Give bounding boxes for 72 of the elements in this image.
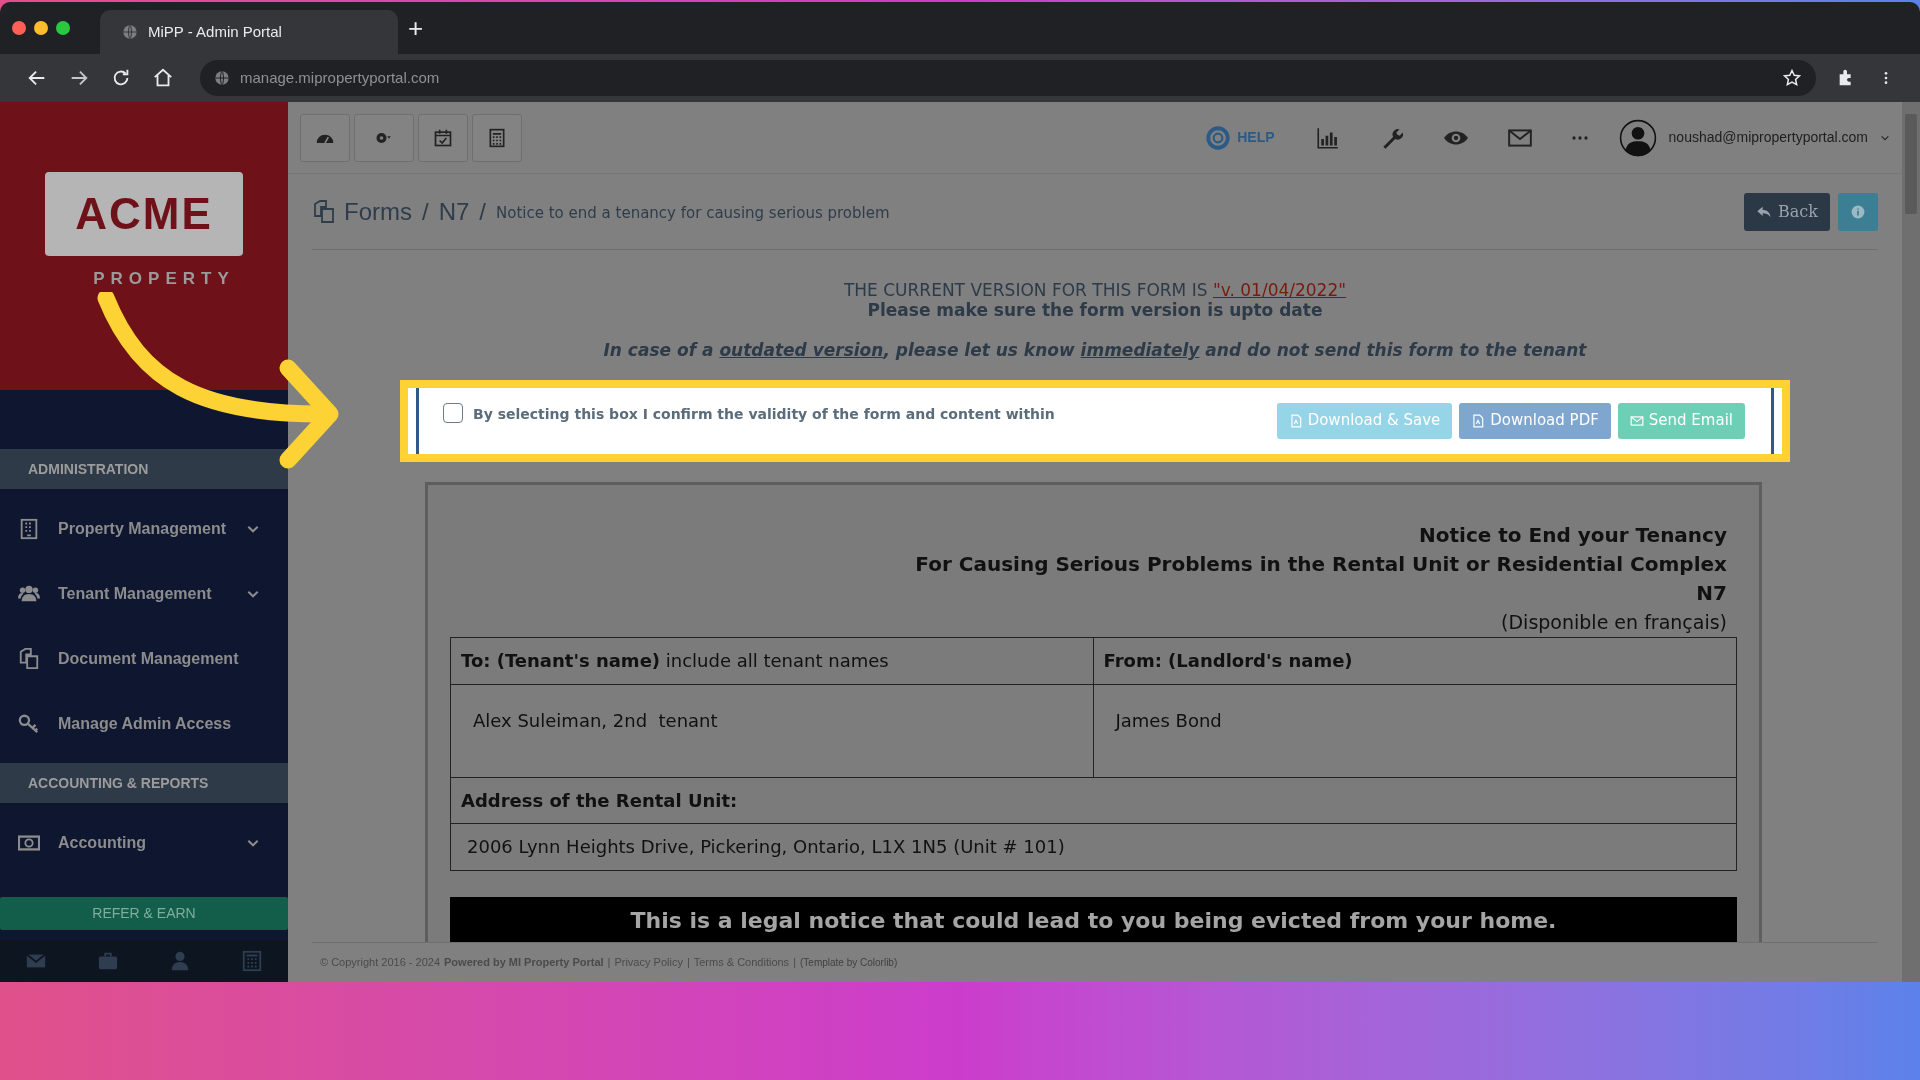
key-icon bbox=[18, 712, 40, 735]
url-text: manage.mipropertyportal.com bbox=[240, 67, 441, 88]
help-button[interactable]: HELP bbox=[1205, 124, 1275, 151]
section-heading: ACCOUNTING & REPORTS bbox=[28, 773, 209, 793]
template-credit: (Template by Colorlib) bbox=[800, 956, 898, 970]
toolbar-button[interactable] bbox=[472, 113, 522, 162]
documents-icon bbox=[312, 199, 336, 224]
file-icon bbox=[1471, 413, 1486, 428]
form-title: N7 bbox=[1696, 579, 1727, 607]
bookmark-star-icon[interactable] bbox=[1782, 68, 1802, 88]
globe-icon bbox=[214, 70, 230, 86]
documents-icon bbox=[18, 647, 40, 670]
nav-item[interactable]: Tenant Management bbox=[0, 561, 288, 626]
tab-title: MiPP - Admin Portal bbox=[148, 21, 282, 42]
confirm-label: By selecting this box I confirm the validity of the form and content within bbox=[473, 404, 1056, 424]
footer-separator: | bbox=[607, 955, 611, 971]
file-icon bbox=[1288, 413, 1303, 428]
form-title: For Causing Serious Problems in the Rental Unit or Residential Complex bbox=[915, 550, 1727, 578]
info-button[interactable] bbox=[1838, 192, 1878, 231]
address-bar[interactable]: manage.mipropertyportal.com bbox=[200, 60, 1816, 96]
table-header-cell: To: (Tenant's name) include all tenant names bbox=[451, 637, 1094, 684]
window-control[interactable] bbox=[34, 21, 48, 35]
checkbox[interactable] bbox=[443, 402, 463, 423]
table-header-cell-text: From: (Landlord's name) bbox=[1102, 649, 1354, 673]
new-tab-button[interactable]: + bbox=[408, 15, 424, 41]
nav-item[interactable]: Manage Admin Access bbox=[0, 691, 288, 756]
breadcrumb-separator: / bbox=[422, 196, 429, 227]
calendar-check-icon bbox=[433, 127, 453, 148]
version-hint: Please make sure the form version is upto date bbox=[867, 300, 1323, 320]
home-icon[interactable] bbox=[152, 67, 174, 89]
breadcrumb-link[interactable]: N7 bbox=[438, 193, 470, 230]
window-control[interactable] bbox=[56, 21, 70, 35]
table-cell-text: 2006 Lynn Heights Drive, Pickering, Ontario, L1X 1N5 (Unit # 101) bbox=[466, 835, 1066, 859]
section-heading: ADMINISTRATION bbox=[28, 459, 149, 479]
globe-icon bbox=[122, 24, 138, 40]
toolbar-button[interactable] bbox=[354, 113, 414, 162]
table-cell: Alex Suleiman, 2nd tenant bbox=[451, 684, 1094, 777]
page-title: Notice to end a tenancy for causing serious problem bbox=[496, 203, 891, 225]
building-icon bbox=[18, 517, 40, 540]
back-button[interactable]: Back bbox=[1744, 192, 1830, 231]
footer-separator: | bbox=[686, 955, 690, 971]
breadcrumb-link[interactable]: Forms bbox=[344, 193, 412, 230]
refer-button[interactable]: REFER & EARN bbox=[0, 897, 288, 930]
logo-tagline: PROPERTY bbox=[93, 268, 235, 290]
nav-item[interactable]: Document Management bbox=[0, 626, 288, 691]
window-control[interactable] bbox=[12, 21, 26, 35]
mail-icon bbox=[1629, 413, 1644, 428]
browser-tab[interactable]: MiPP - Admin Portal bbox=[100, 10, 398, 54]
breadcrumb-separator: / bbox=[479, 196, 487, 227]
nav-item[interactable]: Property Management bbox=[0, 496, 288, 561]
send-email-button[interactable]: Send Email bbox=[1617, 402, 1745, 439]
calculator-icon bbox=[487, 127, 507, 148]
avatar-icon bbox=[1618, 118, 1657, 157]
language-note: (Disponible en français) bbox=[1501, 609, 1727, 635]
version-link[interactable]: "v. 01/04/2022" bbox=[1212, 280, 1347, 300]
scrollbar[interactable] bbox=[1902, 102, 1920, 982]
table-header-cell: Address of the Rental Unit: bbox=[451, 777, 1736, 824]
info-icon bbox=[1851, 204, 1865, 219]
table-cell-text: James Bond bbox=[1113, 708, 1223, 733]
toolbar-button[interactable] bbox=[418, 113, 468, 162]
download-save-button[interactable]: Download & Save bbox=[1276, 402, 1453, 439]
outdated-warning: In case of a outdated version, please let us know immediately and do not send this form to the tenant bbox=[603, 339, 1587, 362]
logo-name: ACME bbox=[75, 188, 213, 240]
user-menu[interactable]: noushad@mipropertyportal.com bbox=[1618, 118, 1890, 157]
footer-separator: | bbox=[793, 955, 796, 971]
toolbar-button[interactable] bbox=[300, 113, 350, 162]
nav-item[interactable]: Accounting bbox=[0, 810, 288, 875]
lifebuoy-icon bbox=[1205, 124, 1232, 151]
warning-banner: This is a legal notice that could lead to you being evicted from your home. bbox=[450, 896, 1737, 942]
version-notice: THE CURRENT VERSION FOR THIS FORM IS "v. 01/04/2022" bbox=[843, 280, 1347, 300]
form-title: Notice to End your Tenancy bbox=[1419, 521, 1727, 549]
download-pdf-button[interactable]: Download PDF bbox=[1459, 402, 1611, 439]
